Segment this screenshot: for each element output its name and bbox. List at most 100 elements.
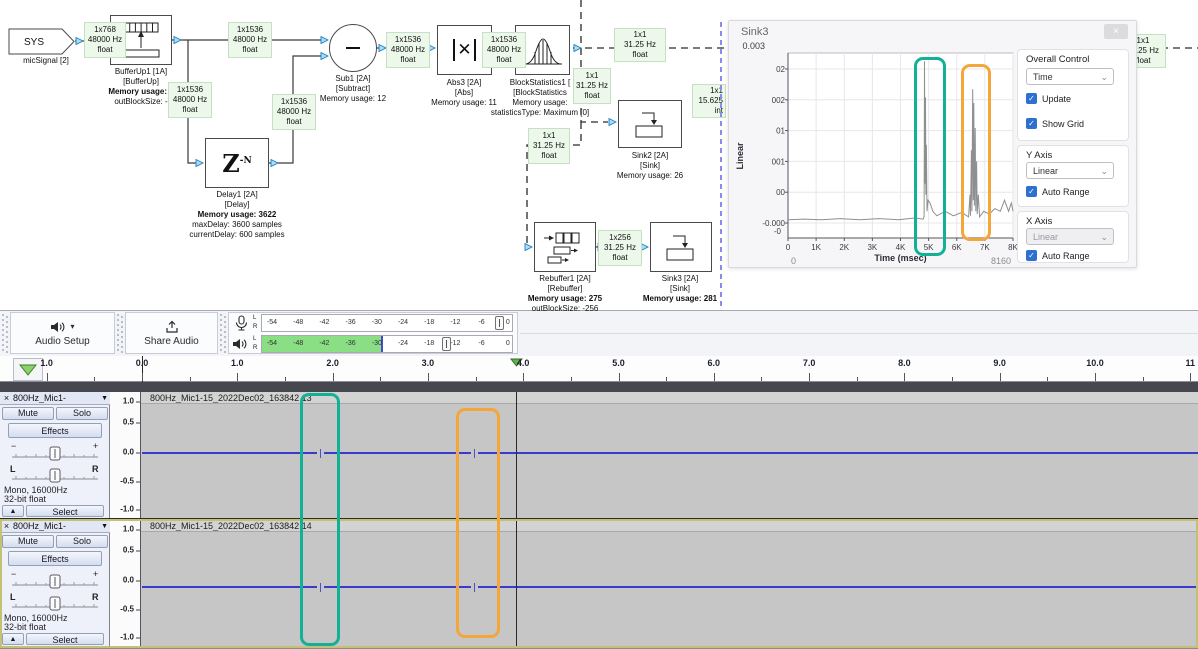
svg-text:2K: 2K bbox=[839, 243, 849, 252]
playback-meter-bar[interactable]: -54-48-42-36-30-24-18-12-60 bbox=[261, 335, 513, 353]
select-button[interactable]: Select bbox=[26, 633, 104, 645]
ruler-major-tick bbox=[142, 373, 143, 381]
ruler-major-tick bbox=[428, 373, 429, 381]
svg-text:0: 0 bbox=[786, 243, 791, 252]
gain-slider[interactable]: −+ bbox=[8, 569, 102, 591]
meter-scale-number: -42 bbox=[319, 319, 329, 326]
meter-scale-number: -36 bbox=[346, 340, 356, 347]
meter-channel-labels: LR bbox=[253, 335, 257, 353]
track1-vertical-ruler[interactable]: 1.00.50.0-0.5-1.0 bbox=[110, 392, 141, 518]
ruler-minor-tick bbox=[1047, 377, 1048, 381]
dsp-block-diagram: SYS micSignal [2] BufferUp1 [1A] [Buffer… bbox=[0, 0, 1198, 310]
y-axis-dropdown[interactable]: Linear⌄ bbox=[1026, 162, 1114, 179]
track1-control-panel: × 800Hz_Mic1- ▼ Mute Solo Effects −+ LR bbox=[0, 392, 110, 518]
x-auto-range-checkbox[interactable]: ✓Auto Range bbox=[1026, 250, 1090, 261]
meter-scale-number: 0 bbox=[506, 340, 510, 347]
update-checkbox[interactable]: ✓Update bbox=[1026, 93, 1071, 104]
edit-cursor-line bbox=[516, 392, 517, 648]
mute-button[interactable]: Mute bbox=[2, 407, 54, 420]
track-menu-arrow-icon[interactable]: ▼ bbox=[101, 395, 110, 402]
x-axis-group: X Axis Linear⌄ ✓Auto Range bbox=[1017, 211, 1129, 263]
meter-volume-slider-handle[interactable] bbox=[495, 316, 504, 330]
timeline-ruler[interactable]: 1.00.01.02.03.04.05.06.07.08.09.010.011 bbox=[0, 356, 1198, 382]
collapse-button[interactable]: ▲ bbox=[2, 505, 24, 517]
svg-text:0.003: 0.003 bbox=[742, 41, 765, 51]
playback-meter[interactable]: LR -54-48-42-36-30-24-18-12-60 bbox=[229, 334, 517, 354]
timeline-options-button[interactable] bbox=[13, 358, 43, 381]
collapse-button[interactable]: ▲ bbox=[2, 633, 24, 645]
ruler-track-separator bbox=[0, 382, 1198, 392]
solo-button[interactable]: Solo bbox=[56, 535, 108, 548]
ruler-major-tick bbox=[714, 373, 715, 381]
select-button[interactable]: Select bbox=[26, 505, 104, 517]
ruler-major-tick bbox=[619, 373, 620, 381]
y-auto-range-checkbox[interactable]: ✓Auto Range bbox=[1026, 186, 1090, 197]
pan-slider[interactable]: LR bbox=[8, 591, 102, 613]
recording-meter[interactable]: LR -54-48-42-36-30-24-18-12-60 bbox=[229, 313, 517, 333]
gain-slider[interactable]: −+ bbox=[8, 441, 102, 463]
ruler-time-label: 3.0 bbox=[422, 358, 435, 368]
ruler-minor-tick bbox=[285, 377, 286, 381]
track1-title-bar[interactable]: × 800Hz_Mic1- ▼ bbox=[0, 392, 110, 405]
ruler-major-tick bbox=[237, 373, 238, 381]
ruler-time-label: 2.0 bbox=[326, 358, 339, 368]
svg-text:8160: 8160 bbox=[991, 256, 1011, 266]
audio-track-1[interactable]: 800Hz_Mic1-15_2022Dec02_163842 13 1.00.5… bbox=[0, 392, 1198, 518]
svg-text:0: 0 bbox=[791, 256, 796, 266]
meter-scale-number: 0 bbox=[506, 319, 510, 326]
track-menu-arrow-icon[interactable]: ▼ bbox=[101, 523, 110, 530]
svg-text:-0: -0 bbox=[774, 227, 782, 236]
svg-text:4K: 4K bbox=[896, 243, 906, 252]
track2-title-bar[interactable]: × 800Hz_Mic1- ▼ bbox=[0, 520, 110, 533]
close-icon[interactable]: × bbox=[0, 521, 13, 531]
svg-text:L: L bbox=[10, 592, 16, 602]
x-axis-dropdown[interactable]: Linear⌄ bbox=[1026, 228, 1114, 245]
track2-vertical-ruler[interactable]: 1.00.50.0-0.5-1.0 bbox=[110, 520, 141, 647]
ruler-minor-tick bbox=[952, 377, 953, 381]
close-icon[interactable]: × bbox=[0, 393, 13, 403]
annotation-rect-plot-orange bbox=[961, 64, 991, 241]
share-audio-button[interactable]: Share Audio bbox=[125, 312, 218, 354]
recording-meter-bar[interactable]: -54-48-42-36-30-24-18-12-60 bbox=[261, 314, 513, 332]
svg-text:02: 02 bbox=[776, 65, 785, 74]
show-grid-checkbox[interactable]: ✓Show Grid bbox=[1026, 118, 1084, 129]
ruler-minor-tick bbox=[1143, 377, 1144, 381]
svg-text:7K: 7K bbox=[980, 243, 990, 252]
toolbar-divider bbox=[520, 333, 1198, 334]
ruler-major-tick bbox=[1000, 373, 1001, 381]
solo-button[interactable]: Solo bbox=[56, 407, 108, 420]
svg-text:00: 00 bbox=[776, 188, 785, 197]
meter-volume-slider-handle[interactable] bbox=[442, 337, 451, 351]
effects-button[interactable]: Effects bbox=[8, 423, 102, 438]
svg-text:001: 001 bbox=[772, 157, 786, 166]
y-axis-title: Y Axis bbox=[1026, 150, 1052, 161]
vertical-ruler-label: 0.0 bbox=[123, 576, 134, 585]
meter-scale-number: -30 bbox=[372, 340, 382, 347]
svg-text:01: 01 bbox=[776, 127, 785, 136]
audio-setup-button[interactable]: ▾ Audio Setup bbox=[10, 312, 115, 354]
vertical-ruler-label: 0.5 bbox=[123, 546, 134, 555]
meter-scale-number: -12 bbox=[450, 340, 460, 347]
vertical-ruler-label: 1.0 bbox=[123, 397, 134, 406]
toolbar-grip[interactable] bbox=[117, 314, 123, 354]
meter-toolbar: LR -54-48-42-36-30-24-18-12-60 LR -54-48… bbox=[228, 312, 518, 354]
svg-text:L: L bbox=[10, 464, 16, 474]
screenshot-root: SYS micSignal [2] BufferUp1 [1A] [Buffer… bbox=[0, 0, 1198, 649]
close-icon[interactable]: × bbox=[1104, 24, 1128, 39]
overall-control-title: Overall Control bbox=[1026, 54, 1089, 65]
svg-text:R: R bbox=[92, 464, 99, 474]
meter-scale-number: -54 bbox=[267, 340, 277, 347]
effects-button[interactable]: Effects bbox=[8, 551, 102, 566]
playback-speaker-icon bbox=[232, 336, 250, 353]
svg-text:3K: 3K bbox=[867, 243, 877, 252]
pan-slider[interactable]: LR bbox=[8, 463, 102, 485]
y-axis-group: Y Axis Linear⌄ ✓Auto Range bbox=[1017, 145, 1129, 207]
speaker-icon bbox=[50, 320, 67, 334]
toolbar-grip[interactable] bbox=[220, 314, 226, 354]
audio-track-2[interactable]: 800Hz_Mic1-15_2022Dec02_163842 14 1.00.5… bbox=[0, 520, 1198, 647]
x-axis-title: X Axis bbox=[1026, 216, 1052, 227]
toolbar-grip[interactable] bbox=[2, 314, 8, 354]
meter-scale-number: -48 bbox=[293, 319, 303, 326]
mute-button[interactable]: Mute bbox=[2, 535, 54, 548]
overall-control-dropdown[interactable]: Time⌄ bbox=[1026, 68, 1114, 85]
